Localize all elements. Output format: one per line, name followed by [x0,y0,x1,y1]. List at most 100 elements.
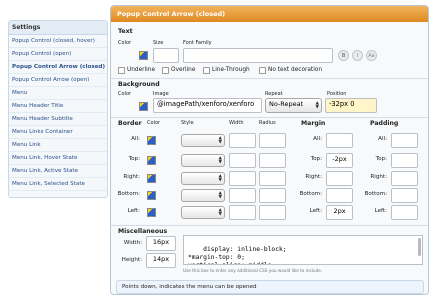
border-right-label: Right: [123,174,140,180]
margin-top-input[interactable]: -2px [326,153,353,168]
bg-position-input[interactable]: -32px 0 [325,98,377,113]
border-top-label: Top: [128,156,140,162]
sidebar-item[interactable]: Menu Link, Selected State [9,178,107,191]
border-top-style-select[interactable]: ▲ ▼ [181,154,225,167]
border-right-style-select[interactable]: ▲ ▼ [181,172,225,185]
border-right-width-input[interactable] [229,171,256,186]
border-section-title: Border [118,120,142,127]
color-picker-swatch-icon[interactable] [147,208,156,217]
misc-height-input[interactable]: 14px [146,253,176,268]
no-decoration-checkbox[interactable] [259,67,266,74]
bg-color-label: Color [118,91,132,97]
border-color-label: Color [147,120,161,126]
border-top-width-input[interactable] [229,153,256,168]
italic-button[interactable]: I [352,50,363,61]
font-family-label: Font Family [183,40,212,46]
description-box: Points down, indicates the menu can be o… [116,280,424,294]
color-picker-swatch-icon[interactable] [147,156,156,165]
panel-title: Popup Control Arrow (closed) [111,6,428,22]
border-bottom-label: Bottom: [117,191,140,197]
underline-checkbox[interactable] [118,67,125,74]
up-down-arrows-icon: ▲ ▼ [218,135,222,145]
border-all-style-select[interactable]: ▲ ▼ [181,134,225,147]
textarea-scrollbar[interactable] [418,238,421,256]
padding-all-input[interactable] [391,133,418,148]
margin-left-input[interactable]: 2px [326,205,353,220]
margin-left-label: Left: [309,208,322,214]
border-style-label: Style [181,120,194,126]
text-size-input[interactable] [153,48,179,63]
misc-section-title: Miscellaneous [118,228,168,235]
sidebar-item[interactable]: Popup Control (open) [9,48,107,61]
bold-button[interactable]: B [338,50,349,61]
sidebar-item[interactable]: Menu Links Container [9,126,107,139]
section-divider [111,225,428,226]
border-left-label: Left: [127,208,140,214]
border-left-style-select[interactable]: ▲ ▼ [181,206,225,219]
misc-width-label: Width: [123,240,142,246]
padding-top-input[interactable] [391,153,418,168]
sidebar-item[interactable]: Menu Header Subtitle [9,113,107,126]
color-picker-swatch-icon[interactable] [147,191,156,200]
sidebar-item[interactable]: Menu [9,87,107,100]
margin-all-label: All: [313,136,322,142]
sidebar-header: Settings [9,21,107,35]
border-right-radius-input[interactable] [259,171,286,186]
overline-label: Overline [171,67,196,73]
margin-bottom-input[interactable] [326,188,353,203]
padding-all-label: All: [378,136,387,142]
border-width-label: Width [229,120,244,126]
text-case-button[interactable]: Aa [366,50,377,61]
up-down-arrows-icon: ▲ ▼ [218,173,222,183]
bg-repeat-value: No-Repeat [269,100,304,108]
overline-checkbox[interactable] [162,67,169,74]
sidebar-item[interactable]: Menu Link [9,139,107,152]
sidebar-item[interactable]: Menu Link, Active State [9,165,107,178]
color-picker-swatch-icon[interactable] [139,102,148,111]
margin-right-input[interactable] [326,171,353,186]
bg-position-label: Position [327,91,347,97]
padding-right-label: Right: [370,174,387,180]
text-color-label: Color [118,40,132,46]
padding-top-label: Top: [375,156,387,162]
sidebar-item[interactable]: Menu Header Title [9,100,107,113]
margin-all-input[interactable] [326,133,353,148]
border-left-radius-input[interactable] [259,205,286,220]
padding-left-input[interactable] [391,205,418,220]
sidebar-item[interactable]: Menu Link, Hover State [9,152,107,165]
bg-repeat-label: Repeat [265,91,283,97]
bg-image-input[interactable]: @imagePath/xenforo/xenforo [153,98,262,113]
bg-repeat-select[interactable]: No-Repeat ▲ ▼ [265,98,322,113]
padding-bottom-label: Bottom: [364,191,387,197]
sidebar-item[interactable]: Popup Control (closed, hover) [9,35,107,48]
background-section-title: Background [118,81,160,88]
border-all-radius-input[interactable] [259,133,286,148]
text-size-label: Size [153,40,164,46]
font-family-input[interactable] [183,48,333,63]
margin-section-title: Margin [301,120,326,127]
line-through-checkbox[interactable] [203,67,210,74]
sidebar: Settings Popup Control (closed, hover) P… [8,20,108,198]
color-picker-swatch-icon[interactable] [139,51,148,60]
section-divider [111,78,428,79]
border-left-width-input[interactable] [229,205,256,220]
sidebar-item[interactable]: Popup Control Arrow (open) [9,74,107,87]
border-bottom-width-input[interactable] [229,188,256,203]
custom-css-textarea[interactable]: display: inline-block; *margin-top: 0; v… [183,235,423,265]
border-top-radius-input[interactable] [259,153,286,168]
up-down-arrows-icon: ▲ ▼ [218,190,222,200]
sidebar-item-active[interactable]: Popup Control Arrow (closed) [9,61,107,74]
padding-right-input[interactable] [391,171,418,186]
border-bottom-style-select[interactable]: ▲ ▼ [181,189,225,202]
padding-bottom-input[interactable] [391,188,418,203]
border-all-label: All: [131,136,140,142]
underline-label: Underline [127,67,156,73]
margin-top-label: Top: [310,156,322,162]
style-property-panel: Popup Control Arrow (closed) Text Color … [110,5,429,295]
border-radius-label: Radius [259,120,276,126]
color-picker-swatch-icon[interactable] [147,136,156,145]
color-picker-swatch-icon[interactable] [147,174,156,183]
border-all-width-input[interactable] [229,133,256,148]
border-bottom-radius-input[interactable] [259,188,286,203]
misc-width-input[interactable]: 16px [146,236,176,251]
